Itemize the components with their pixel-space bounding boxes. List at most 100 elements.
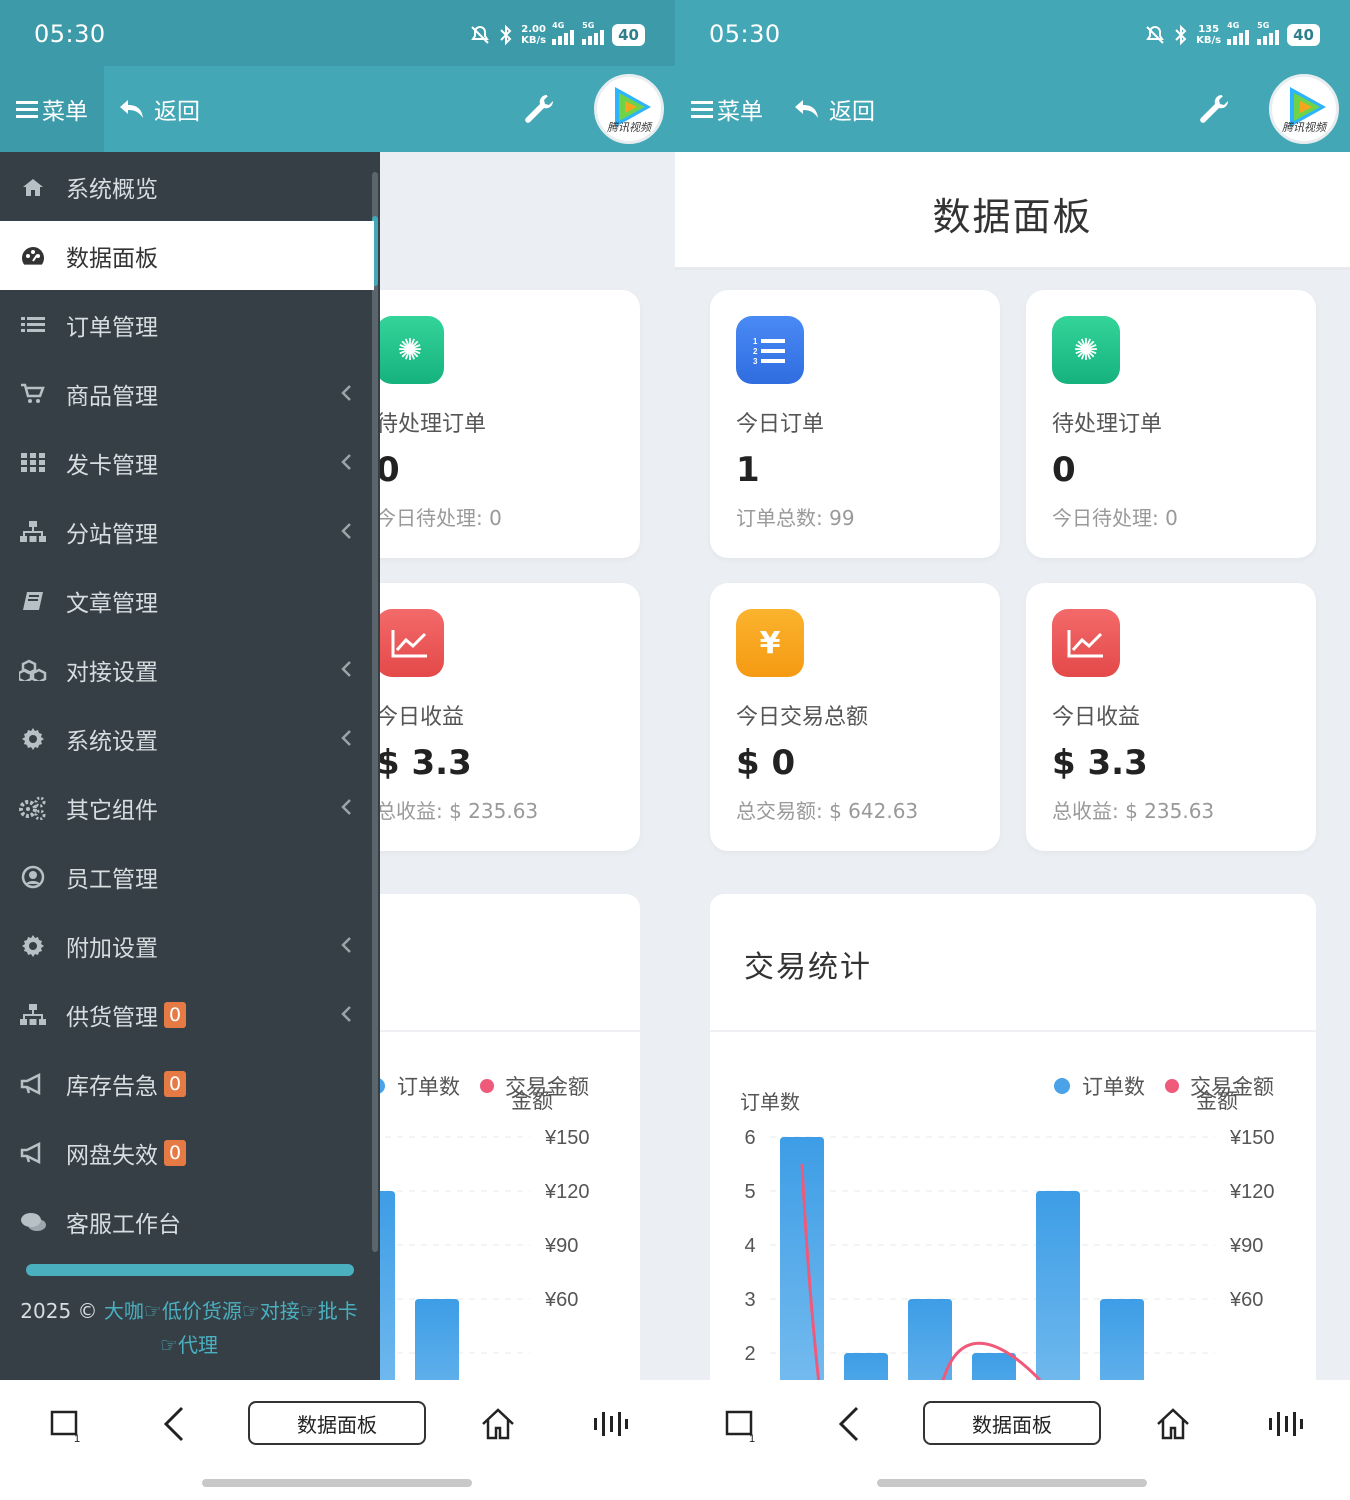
bluetooth-icon bbox=[500, 24, 512, 46]
copyright-text: 2025 © bbox=[20, 1299, 104, 1323]
gesture-handle[interactable] bbox=[877, 1479, 1147, 1487]
sidebar-item-label: 商品管理 bbox=[66, 383, 158, 410]
y-tick-right: ¥60 bbox=[544, 1289, 578, 1311]
back-button[interactable]: 返回 bbox=[793, 66, 875, 152]
legend-label-overflow: 金额 bbox=[1196, 1090, 1238, 1113]
chevron-left-icon bbox=[340, 1003, 352, 1029]
top-navbar: 菜单 返回 腾讯视频 bbox=[675, 66, 1350, 152]
stat-label: 今日交易总额 bbox=[736, 705, 869, 730]
phone-screen-right: 05:30 135KB/s 4G 5G 40 菜单 返回 腾讯视频 数据面板 bbox=[675, 0, 1350, 1500]
svg-text:2: 2 bbox=[753, 347, 758, 356]
stat-value: 0 bbox=[1052, 450, 1076, 490]
line-chart-icon bbox=[376, 609, 444, 677]
gear-icon bbox=[0, 727, 66, 751]
status-time: 05:30 bbox=[34, 20, 106, 48]
y-tick-right: ¥60 bbox=[1229, 1289, 1263, 1311]
sidebar-footer: 2025 © 大咖☞低价货源☞对接☞批卡☞代理 bbox=[14, 1294, 364, 1362]
menu-button[interactable]: 菜单 bbox=[675, 66, 779, 152]
page-header: 数据面板 bbox=[675, 152, 1350, 270]
sidebar-item[interactable]: 附加设置 bbox=[0, 911, 374, 980]
bottom-nav: 1 数据面板 bbox=[675, 1380, 1350, 1500]
sidebar-item-label: 分站管理 bbox=[66, 521, 158, 548]
line-chart-icon bbox=[1052, 609, 1120, 677]
sidebar-item-label: 系统设置 bbox=[66, 728, 158, 755]
chevron-left-icon bbox=[340, 658, 352, 684]
recent-tabs-icon[interactable]: 1 bbox=[46, 1404, 86, 1444]
current-page-title[interactable]: 数据面板 bbox=[923, 1401, 1101, 1445]
sidebar-item[interactable]: 客服工作台 bbox=[0, 1187, 374, 1256]
current-page-title[interactable]: 数据面板 bbox=[248, 1401, 426, 1445]
app-logo[interactable]: 腾讯视频 bbox=[594, 74, 664, 144]
svg-text:3: 3 bbox=[753, 357, 758, 365]
stat-value: $ 3.3 bbox=[376, 743, 472, 783]
voice-icon[interactable] bbox=[1265, 1404, 1305, 1444]
sidebar-item-label: 对接设置 bbox=[66, 659, 158, 686]
voice-icon[interactable] bbox=[590, 1404, 630, 1444]
net-speed: 135 KB/s bbox=[1196, 24, 1222, 46]
menu-button[interactable]: 菜单 bbox=[0, 66, 104, 152]
sitemap-icon bbox=[0, 1003, 66, 1026]
sidebar-item[interactable]: 商品管理 bbox=[0, 359, 374, 428]
sidebar-item[interactable]: 网盘失效 0 bbox=[0, 1118, 374, 1187]
svg-text:1: 1 bbox=[753, 337, 758, 346]
gesture-handle[interactable] bbox=[202, 1479, 472, 1487]
sidebar-item[interactable]: 数据面板 bbox=[0, 221, 374, 290]
back-button[interactable]: 返回 bbox=[118, 66, 200, 152]
sidebar-item-label: 附加设置 bbox=[66, 935, 158, 962]
sidebar-item[interactable]: 文章管理 bbox=[0, 566, 374, 635]
stat-card: ✺ 待处理订单 0 今日待处理: 0 bbox=[350, 290, 640, 558]
sidebar-item[interactable]: 订单管理 bbox=[0, 290, 374, 359]
recent-tabs-icon[interactable]: 1 bbox=[721, 1404, 761, 1444]
dashboard-icon bbox=[0, 244, 66, 268]
ordered-list-icon: 123 bbox=[736, 316, 804, 384]
sidebar-item[interactable]: 其它组件 bbox=[0, 773, 374, 842]
stat-card: ¥ 今日交易总额 $ 0 总交易额: $ 642.63 bbox=[710, 583, 1000, 851]
wrench-icon[interactable] bbox=[522, 92, 556, 126]
signal-5g-icon: 5G bbox=[582, 21, 606, 45]
stat-sub: 总收益: $ 235.63 bbox=[1052, 799, 1215, 823]
stat-sub: 订单总数: 99 bbox=[736, 506, 855, 530]
svg-text:1: 1 bbox=[74, 1433, 80, 1444]
sidebar-item-label: 其它组件 bbox=[66, 797, 158, 824]
stat-card: 今日收益 $ 3.3 总收益: $ 235.63 bbox=[1026, 583, 1316, 851]
footer-link[interactable]: 大咖☞低价货源☞对接☞批卡☞代理 bbox=[104, 1299, 358, 1357]
status-icons: 2.00 KB/s 4G 5G 40 bbox=[469, 21, 645, 49]
gear-box-icon: ✺ bbox=[376, 316, 444, 384]
sidebar-item[interactable]: 发卡管理 bbox=[0, 428, 374, 497]
sidebar-item[interactable]: 分站管理 bbox=[0, 497, 374, 566]
stat-sub: 今日待处理: 0 bbox=[376, 506, 502, 530]
stat-value: $ 0 bbox=[736, 743, 796, 783]
mute-icon bbox=[1146, 25, 1165, 44]
sidebar-item[interactable]: 员工管理 bbox=[0, 842, 374, 911]
stat-sub: 总收益: $ 235.63 bbox=[376, 799, 539, 823]
sidebar-item-label: 订单管理 bbox=[66, 314, 158, 341]
y-axis-label: 订单数 bbox=[740, 1091, 800, 1114]
stat-card: 今日收益 $ 3.3 总收益: $ 235.63 bbox=[350, 583, 640, 851]
home-icon bbox=[0, 176, 66, 198]
y-tick-right: ¥120 bbox=[544, 1181, 590, 1203]
chevron-left-icon bbox=[340, 727, 352, 753]
hamburger-icon bbox=[16, 101, 38, 118]
sidebar-item-label: 文章管理 bbox=[66, 590, 158, 617]
back-arrow-icon[interactable] bbox=[831, 1404, 871, 1444]
sidebar-item[interactable]: 对接设置 bbox=[0, 635, 374, 704]
sidebar-item[interactable]: 库存告急 0 bbox=[0, 1049, 374, 1118]
home-icon[interactable] bbox=[478, 1404, 518, 1444]
cart-icon bbox=[0, 383, 66, 405]
home-icon[interactable] bbox=[1153, 1404, 1193, 1444]
wrench-icon[interactable] bbox=[1197, 92, 1231, 126]
svg-text:1: 1 bbox=[749, 1433, 755, 1444]
gear-box-icon: ✺ bbox=[1052, 316, 1120, 384]
back-arrow-icon[interactable] bbox=[156, 1404, 196, 1444]
top-navbar: 菜单 返回 腾讯视频 bbox=[0, 66, 675, 152]
sidebar-item[interactable]: 系统概览 bbox=[0, 152, 374, 221]
app-logo[interactable]: 腾讯视频 bbox=[1269, 74, 1339, 144]
mute-icon bbox=[471, 25, 490, 44]
chevron-left-icon bbox=[340, 382, 352, 408]
user-circle-icon bbox=[0, 865, 66, 889]
sidebar-item-label: 网盘失效 bbox=[66, 1142, 158, 1169]
sidebar-item[interactable]: 系统设置 bbox=[0, 704, 374, 773]
sidebar-item[interactable]: 供货管理 0 bbox=[0, 980, 374, 1049]
stat-label: 今日收益 bbox=[1052, 705, 1141, 730]
back-label: 返回 bbox=[829, 99, 875, 125]
